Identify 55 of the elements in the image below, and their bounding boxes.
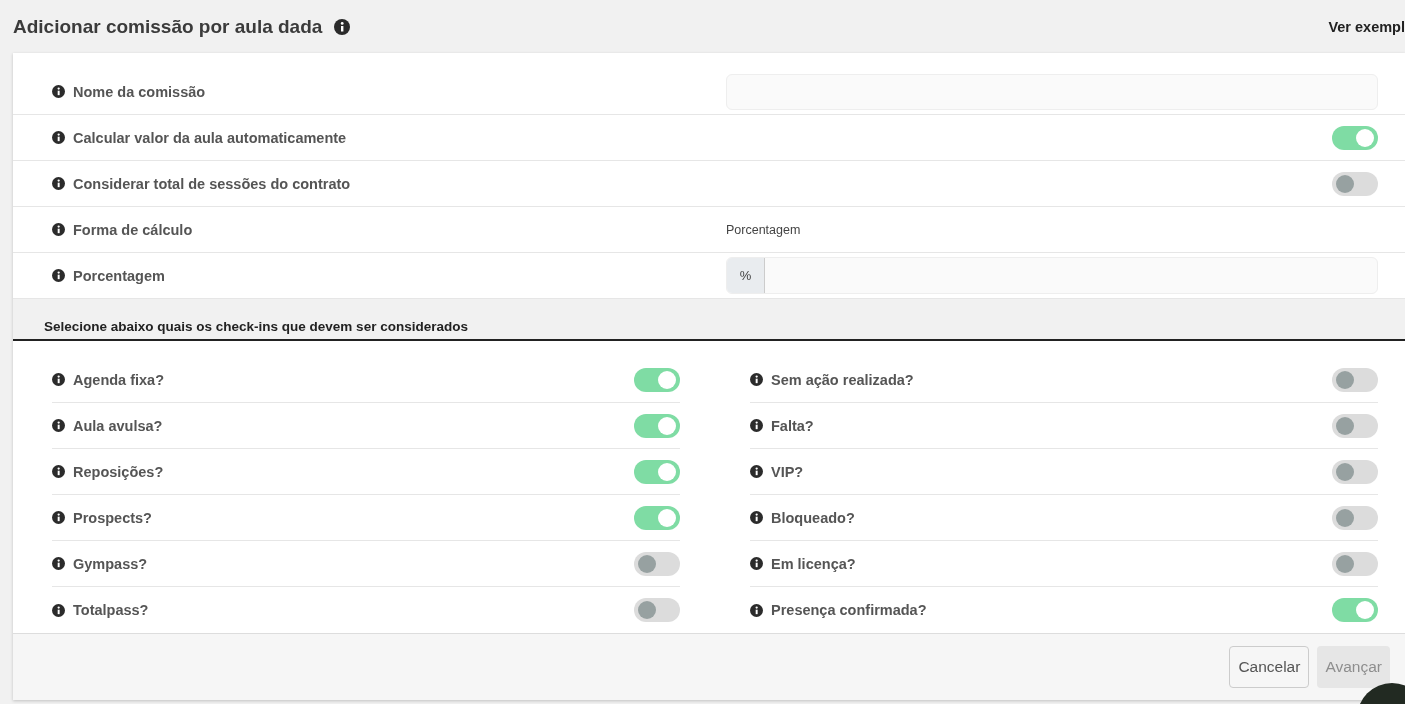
info-icon xyxy=(52,177,65,190)
toggle-switch[interactable] xyxy=(634,505,680,530)
toggle-switch[interactable] xyxy=(1332,598,1378,622)
field-label: Gympass? xyxy=(73,555,148,572)
percent-input[interactable]: % xyxy=(726,257,1378,294)
info-icon xyxy=(750,465,763,478)
field-label: Sem ação realizada? xyxy=(771,371,914,388)
field-label: VIP? xyxy=(771,463,804,480)
toggle-switch[interactable] xyxy=(634,459,680,484)
field-label: Presença confirmada? xyxy=(771,602,927,618)
toggle-switch[interactable] xyxy=(1332,171,1378,196)
field-label: Calcular valor da aula automaticamente xyxy=(73,129,347,146)
toggle-switch[interactable] xyxy=(1332,125,1378,150)
info-icon xyxy=(52,223,65,236)
info-icon xyxy=(52,85,65,98)
toggle-switch[interactable] xyxy=(1332,459,1378,484)
info-icon xyxy=(52,465,65,478)
field-label: Bloqueado? xyxy=(771,509,855,526)
info-icon xyxy=(52,419,65,432)
info-icon xyxy=(52,131,65,144)
example-link[interactable]: Ver exempl xyxy=(1328,18,1405,35)
field-label: Reposições? xyxy=(73,463,164,480)
field-label: Em licença? xyxy=(771,555,856,572)
info-icon xyxy=(52,269,65,282)
info-icon xyxy=(334,18,351,35)
field-label: Nome da comissão xyxy=(73,83,206,100)
info-icon xyxy=(52,373,65,386)
page-title: Adicionar comissão por aula dada xyxy=(13,15,323,38)
toggle-switch[interactable] xyxy=(634,598,680,622)
toggle-switch[interactable] xyxy=(634,551,680,576)
info-icon xyxy=(52,557,65,570)
field-label: Agenda fixa? xyxy=(73,371,165,388)
toggle-switch[interactable] xyxy=(1332,551,1378,576)
toggle-switch[interactable] xyxy=(1332,367,1378,392)
field-label: Porcentagem xyxy=(73,267,165,284)
field-label: Falta? xyxy=(771,417,814,434)
info-icon xyxy=(750,373,763,386)
field-label: Prospects? xyxy=(73,509,152,526)
toggle-switch[interactable] xyxy=(634,413,680,438)
field-label: Totalpass? xyxy=(73,602,149,618)
field-value: Porcentagem xyxy=(726,222,801,237)
field-label: Forma de cálculo xyxy=(73,221,193,238)
cancel-button[interactable]: Cancelar xyxy=(1229,646,1310,688)
info-icon xyxy=(52,603,65,617)
info-icon xyxy=(52,511,65,524)
info-icon xyxy=(750,419,763,432)
info-icon xyxy=(750,603,763,617)
info-icon xyxy=(750,557,763,570)
field-label: Aula avulsa? xyxy=(73,417,163,434)
info-icon xyxy=(750,511,763,524)
field-label: Considerar total de sessões do contrato xyxy=(73,175,351,192)
toggle-switch[interactable] xyxy=(1332,505,1378,530)
toggle-switch[interactable] xyxy=(1332,413,1378,438)
section-heading: Selecione abaixo quais os check-ins que devem ser considerados xyxy=(44,319,468,334)
toggle-switch[interactable] xyxy=(634,367,680,392)
